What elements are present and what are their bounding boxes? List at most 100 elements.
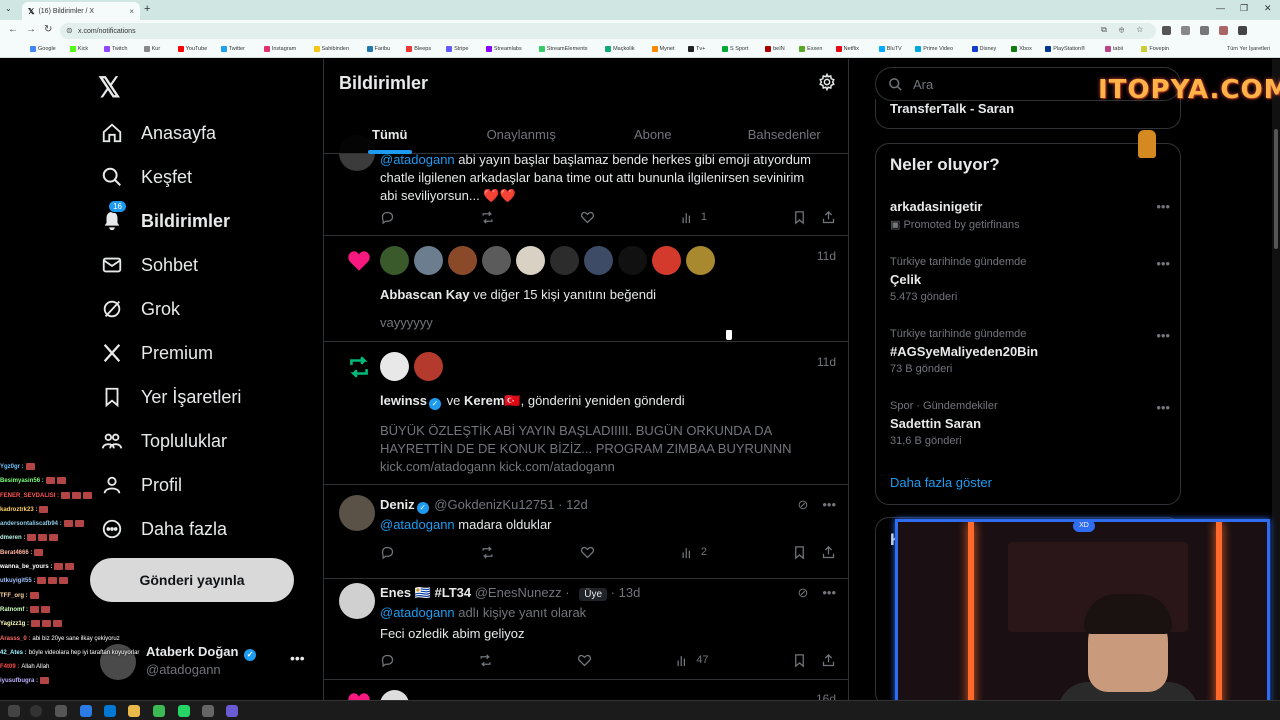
nav-item-home[interactable]: Anasayfa: [100, 118, 216, 148]
avatar[interactable]: [686, 246, 715, 275]
avatar-icon[interactable]: [1219, 26, 1228, 35]
avatar[interactable]: [448, 246, 477, 275]
windows-start-icon[interactable]: [8, 705, 20, 717]
bookmark-item[interactable]: BluTV: [878, 46, 902, 52]
minimize-icon[interactable]: —: [1216, 3, 1225, 13]
bookmark-item[interactable]: Bleeps: [406, 46, 431, 52]
avatar[interactable]: [414, 246, 443, 275]
bookmark-item[interactable]: Maçkolik: [605, 46, 635, 52]
nav-item-messages[interactable]: Sohbet: [100, 250, 198, 280]
more-horizontal-icon[interactable]: •••: [1156, 256, 1170, 271]
repost-icon[interactable]: [478, 653, 493, 668]
avatar[interactable]: [584, 246, 613, 275]
bookmark-item[interactable]: tabii: [1104, 46, 1123, 52]
reload-icon[interactable]: ↻: [44, 24, 52, 35]
reply-icon[interactable]: [380, 545, 395, 560]
bookmark-item[interactable]: Sahibinden: [313, 46, 349, 52]
trend-item[interactable]: Türkiye tarihinde gündemde Çelik 5.473 g…: [890, 256, 1170, 303]
more-horizontal-icon[interactable]: •••: [822, 585, 836, 601]
avatar[interactable]: [380, 352, 409, 381]
bookmark-item[interactable]: Fovepin: [1141, 46, 1169, 52]
nav-item-communities[interactable]: Topluluklar: [100, 426, 227, 456]
trend-item[interactable]: Spor · Gündemdekiler Sadettin Saran 31,6…: [890, 400, 1170, 447]
nav-item-bookmarks[interactable]: Yer İşaretleri: [100, 382, 241, 412]
whatsapp-icon[interactable]: [178, 705, 190, 717]
trend-item[interactable]: Türkiye tarihinde gündemde #AGSyeMaliyed…: [890, 328, 1170, 375]
bookmark-icon[interactable]: [792, 210, 807, 225]
nav-item-explore[interactable]: Keşfet: [100, 162, 192, 192]
page-scrollbar[interactable]: [1272, 59, 1280, 700]
bookmark-item[interactable]: S Sport: [722, 46, 748, 52]
bookmark-item[interactable]: Disney: [971, 46, 996, 52]
bookmark-item[interactable]: beIN: [765, 46, 785, 52]
bookmark-item[interactable]: Xbox: [1011, 46, 1032, 52]
bookmark-item[interactable]: Faribu: [366, 46, 390, 52]
nav-item-notifications[interactable]: 16 Bildirimler: [100, 200, 230, 236]
nav-item-grok[interactable]: Grok: [100, 294, 180, 324]
bookmark-item[interactable]: Mynet: [651, 46, 674, 52]
notification-item[interactable]: 16d: [324, 680, 848, 700]
close-tab-icon[interactable]: ×: [129, 7, 134, 16]
reply-icon[interactable]: [380, 653, 395, 668]
nav-item-premium[interactable]: Premium: [100, 338, 213, 368]
views-icon[interactable]: 47: [675, 653, 709, 668]
chrome-icon[interactable]: [153, 705, 165, 717]
avatar[interactable]: [414, 352, 443, 381]
site-info-icon[interactable]: ⊜: [66, 26, 73, 35]
all-bookmarks[interactable]: Tüm Yer İşaretleri: [1227, 46, 1270, 52]
menu-icon[interactable]: [1238, 26, 1247, 35]
notification-item[interactable]: 11d lewinss ✓ ve Kerem🇹🇷, gönderini yenid…: [324, 342, 848, 485]
new-tab-icon[interactable]: +: [144, 3, 150, 15]
edge-icon[interactable]: [104, 705, 116, 717]
avatar[interactable]: [339, 583, 375, 619]
taskbar-app-icon[interactable]: [226, 705, 238, 717]
taskbar-app-icon[interactable]: [202, 705, 214, 717]
extension-icon[interactable]: [1200, 26, 1209, 35]
window-close-icon[interactable]: ✕: [1264, 3, 1272, 14]
scrollbar-thumb[interactable]: [1274, 129, 1278, 249]
bookmark-item[interactable]: Kick: [69, 46, 88, 52]
avatar[interactable]: [339, 495, 375, 531]
bookmark-item[interactable]: YouTube: [177, 46, 207, 52]
browser-tab[interactable]: 𝕏 (16) Bildirimler / X ×: [22, 2, 140, 20]
task-view-icon[interactable]: [55, 705, 67, 717]
repost-icon[interactable]: [480, 210, 495, 225]
extension-icon[interactable]: [1181, 26, 1190, 35]
like-icon[interactable]: [580, 545, 595, 560]
views-icon[interactable]: 1: [680, 210, 707, 225]
bookmark-item[interactable]: Twitter: [220, 46, 245, 52]
address-bar[interactable]: ⊜ x.com/notifications ⧉ ⊕ ☆: [60, 23, 1156, 39]
taskbar-app-icon[interactable]: [80, 705, 92, 717]
reply-icon[interactable]: [380, 210, 395, 225]
views-icon[interactable]: 2: [680, 545, 707, 560]
avatar[interactable]: [516, 246, 545, 275]
share-icon[interactable]: [821, 210, 836, 225]
back-icon[interactable]: ←: [8, 24, 18, 35]
share-icon[interactable]: [821, 653, 836, 668]
bookmark-item[interactable]: Google: [30, 46, 56, 52]
trend-item[interactable]: arkadasinigetir ▣ Promoted by getirfinan…: [890, 199, 1170, 231]
bookmark-item[interactable]: Instagram: [263, 46, 296, 52]
share-icon[interactable]: [821, 545, 836, 560]
bookmark-item[interactable]: Prime Video: [915, 46, 953, 52]
forward-icon[interactable]: →: [26, 24, 36, 35]
bookmark-item[interactable]: Tv+: [688, 46, 705, 52]
avatar[interactable]: [618, 246, 647, 275]
bookmark-item[interactable]: Stripe: [446, 46, 468, 52]
bookmark-icon[interactable]: [792, 545, 807, 560]
repost-icon[interactable]: [480, 545, 495, 560]
bookmark-item[interactable]: StreamElements: [538, 46, 588, 52]
more-horizontal-icon[interactable]: •••: [1156, 199, 1170, 214]
grok-icon[interactable]: ⊘: [797, 585, 808, 601]
notification-item[interactable]: Deniz ✓ @GokdenizKu12751 · 12d ⊘ ••• @ata…: [324, 485, 848, 579]
grok-icon[interactable]: ⊘: [797, 497, 808, 513]
omnibox-actions[interactable]: ⧉ ⊕ ☆: [1101, 25, 1148, 35]
avatar[interactable]: [380, 690, 409, 700]
bookmark-item[interactable]: PlayStation®: [1045, 46, 1085, 52]
tab-search-icon[interactable]: ⌄: [5, 4, 12, 13]
extension-icon[interactable]: [1162, 26, 1171, 35]
bookmark-item[interactable]: Streamlabs: [485, 46, 522, 52]
notification-item[interactable]: Enes 🇺🇾 #LT34 @EnesNunezz · Üye · 13d ⊘ …: [324, 579, 848, 680]
bookmark-item[interactable]: Netflix: [835, 46, 859, 52]
tab-verified[interactable]: Onaylanmış: [456, 114, 588, 154]
